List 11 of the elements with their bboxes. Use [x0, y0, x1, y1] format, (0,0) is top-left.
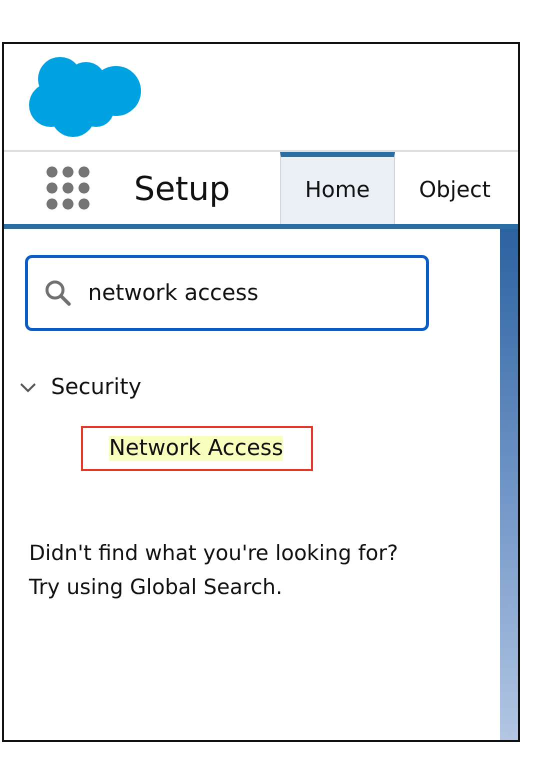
app-launcher-icon[interactable]: [46, 166, 90, 210]
hint-text: Try using Global Search.: [29, 575, 282, 599]
chevron-icon[interactable]: [19, 382, 37, 394]
search-field[interactable]: network access: [25, 255, 429, 331]
tree-link[interactable]: Network Access: [81, 426, 314, 471]
nav-tab[interactable]: Home: [280, 152, 395, 224]
search-icon: [44, 279, 72, 307]
nav-tab[interactable]: Object: [394, 152, 515, 224]
tree-section[interactable]: Security: [51, 375, 142, 400]
hint-text: Didn't find what you're looking for?: [29, 541, 398, 565]
app-title: Setup: [134, 168, 232, 208]
